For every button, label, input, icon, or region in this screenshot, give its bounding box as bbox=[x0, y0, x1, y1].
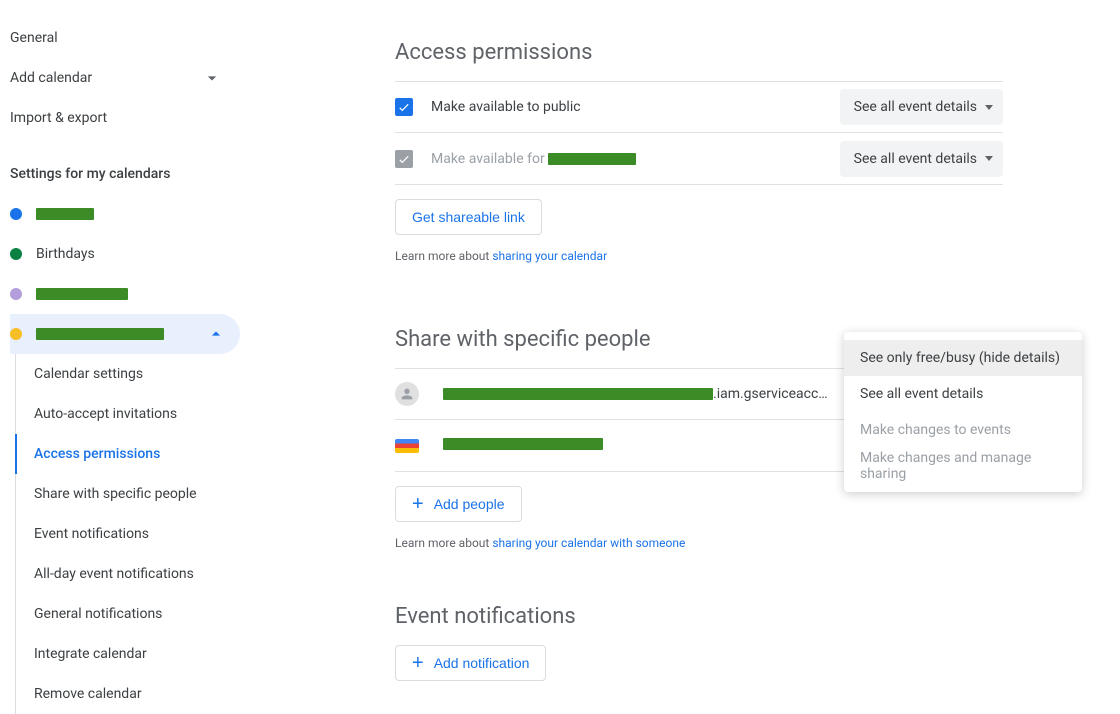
select-label: See all event details bbox=[854, 151, 977, 167]
help-prefix: Learn more about bbox=[395, 249, 492, 263]
redacted-text bbox=[36, 328, 164, 340]
help-text: Learn more about sharing your calendar w… bbox=[395, 536, 1003, 550]
help-text: Learn more about sharing your calendar bbox=[395, 249, 1003, 263]
sidebar: General Add calendar Import & export Set… bbox=[0, 0, 240, 708]
access-permissions-section: Access permissions Make available to pub… bbox=[395, 40, 1003, 263]
redacted-text bbox=[36, 208, 94, 220]
select-label: See all event details bbox=[854, 99, 977, 115]
dropdown-option-label: Make changes and manage sharing bbox=[860, 450, 1066, 482]
plus-icon: + bbox=[412, 494, 424, 514]
section-heading: Access permissions bbox=[395, 40, 1003, 65]
subnav-label: General notifications bbox=[34, 606, 162, 622]
calendar-color-dot bbox=[10, 328, 22, 340]
dropdown-option-freebusy[interactable]: See only free/busy (hide details) bbox=[844, 340, 1082, 376]
subnav-label: Share with specific people bbox=[34, 486, 197, 502]
plus-icon: + bbox=[412, 653, 424, 673]
check-icon bbox=[397, 100, 411, 114]
share-email bbox=[443, 438, 603, 454]
chevron-up-icon bbox=[206, 324, 226, 344]
calendar-label: Birthdays bbox=[36, 246, 95, 262]
add-people-button[interactable]: + Add people bbox=[395, 486, 522, 522]
sidebar-add-calendar-label: Add calendar bbox=[10, 70, 92, 86]
permission-label-prefix: Make available for bbox=[431, 151, 548, 167]
subnav-allday-notifications[interactable]: All-day event notifications bbox=[34, 554, 240, 594]
permission-row-org: Make available for See all event details bbox=[395, 133, 1003, 185]
dropdown-option-make-changes: Make changes to events bbox=[844, 412, 1082, 448]
permission-visibility-select[interactable]: See all event details bbox=[840, 89, 1003, 125]
redacted-text bbox=[443, 388, 713, 400]
dropdown-triangle-icon bbox=[985, 105, 993, 110]
subnav-remove-calendar[interactable]: Remove calendar bbox=[34, 674, 240, 714]
calendar-color-dot bbox=[10, 208, 22, 220]
avatar-icon bbox=[395, 382, 419, 406]
redacted-text bbox=[443, 438, 603, 450]
subnav-label: All-day event notifications bbox=[34, 566, 194, 582]
check-icon bbox=[397, 152, 411, 166]
subnav-event-notifications[interactable]: Event notifications bbox=[34, 514, 240, 554]
button-label: Get shareable link bbox=[412, 209, 525, 225]
share-email-suffix: .iam.gserviceacc… bbox=[713, 386, 828, 402]
calendar-row[interactable]: Birthdays bbox=[10, 234, 240, 274]
subnav-label: Integrate calendar bbox=[34, 646, 147, 662]
calendar-row[interactable] bbox=[10, 194, 240, 234]
redacted-text bbox=[36, 288, 128, 300]
dropdown-option-label: See only free/busy (hide details) bbox=[860, 350, 1060, 366]
checkbox-org[interactable] bbox=[395, 150, 413, 168]
calendar-color-dot bbox=[10, 248, 22, 260]
permission-row-public: Make available to public See all event d… bbox=[395, 81, 1003, 133]
event-notifications-section: Event notifications + Add notification bbox=[395, 604, 1003, 681]
calendar-row-active[interactable] bbox=[10, 314, 240, 354]
checkbox-public[interactable] bbox=[395, 98, 413, 116]
calendar-subnav: Calendar settings Auto-accept invitation… bbox=[15, 354, 240, 714]
dropdown-option-manage-sharing: Make changes and manage sharing bbox=[844, 448, 1082, 484]
chevron-down-icon bbox=[202, 68, 222, 88]
dropdown-option-label: See all event details bbox=[860, 386, 983, 402]
subnav-access-permissions[interactable]: Access permissions bbox=[34, 434, 240, 474]
calendar-list: Birthdays bbox=[10, 194, 240, 354]
subnav-integrate-calendar[interactable]: Integrate calendar bbox=[34, 634, 240, 674]
service-account-icon bbox=[395, 439, 419, 453]
sidebar-section-title: Settings for my calendars bbox=[10, 166, 240, 182]
sidebar-import-export[interactable]: Import & export bbox=[10, 98, 240, 138]
permission-label: Make available to public bbox=[431, 99, 581, 115]
subnav-label: Auto-accept invitations bbox=[34, 406, 177, 422]
subnav-label: Calendar settings bbox=[34, 366, 143, 382]
dropdown-option-label: Make changes to events bbox=[860, 422, 1011, 438]
subnav-label: Remove calendar bbox=[34, 686, 142, 702]
subnav-label: Event notifications bbox=[34, 526, 149, 542]
redacted-text bbox=[548, 153, 636, 165]
permission-visibility-select[interactable]: See all event details bbox=[840, 141, 1003, 177]
subnav-calendar-settings[interactable]: Calendar settings bbox=[34, 354, 240, 394]
add-notification-button[interactable]: + Add notification bbox=[395, 645, 546, 681]
button-label: Add notification bbox=[434, 655, 530, 671]
permission-label: Make available for bbox=[431, 151, 636, 167]
sidebar-add-calendar[interactable]: Add calendar bbox=[10, 58, 240, 98]
share-email: .iam.gserviceacc… bbox=[443, 386, 828, 402]
subnav-label: Access permissions bbox=[34, 446, 160, 462]
help-link[interactable]: sharing your calendar with someone bbox=[492, 536, 685, 550]
subnav-share-people[interactable]: Share with specific people bbox=[34, 474, 240, 514]
sidebar-general[interactable]: General bbox=[10, 18, 240, 58]
calendar-row[interactable] bbox=[10, 274, 240, 314]
dropdown-option-all-details[interactable]: See all event details bbox=[844, 376, 1082, 412]
subnav-general-notifications[interactable]: General notifications bbox=[34, 594, 240, 634]
subnav-auto-accept[interactable]: Auto-accept invitations bbox=[34, 394, 240, 434]
sidebar-import-export-label: Import & export bbox=[10, 110, 107, 126]
help-prefix: Learn more about bbox=[395, 536, 492, 550]
sidebar-general-label: General bbox=[10, 30, 58, 46]
calendar-color-dot bbox=[10, 288, 22, 300]
get-shareable-link-button[interactable]: Get shareable link bbox=[395, 199, 542, 235]
dropdown-triangle-icon bbox=[985, 156, 993, 161]
help-link[interactable]: sharing your calendar bbox=[492, 249, 607, 263]
person-icon bbox=[399, 386, 415, 402]
button-label: Add people bbox=[434, 496, 505, 512]
permission-dropdown-menu: See only free/busy (hide details) See al… bbox=[844, 332, 1082, 492]
section-heading: Event notifications bbox=[395, 604, 1003, 629]
